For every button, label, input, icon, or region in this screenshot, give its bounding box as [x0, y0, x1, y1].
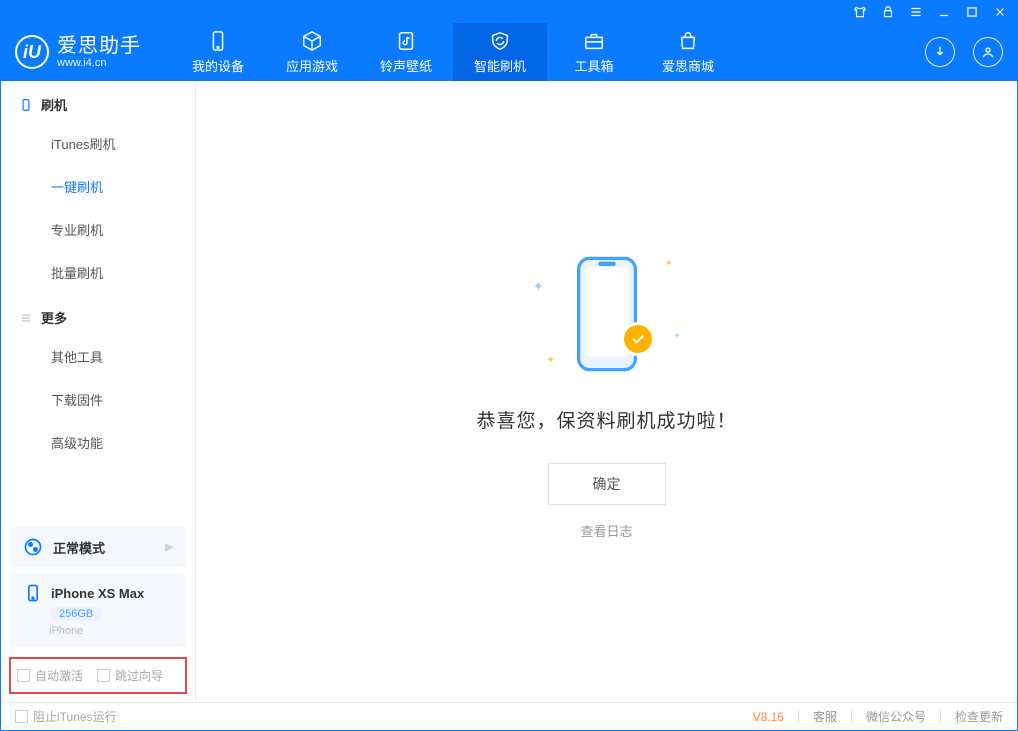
divider — [940, 711, 941, 723]
link-check-update[interactable]: 检查更新 — [955, 708, 1003, 725]
tab-label: 应用游戏 — [286, 56, 338, 75]
device-name: iPhone XS Max — [51, 586, 144, 601]
tshirt-icon[interactable] — [853, 5, 867, 19]
logo-badge: iU — [15, 35, 49, 69]
cube-icon — [301, 30, 323, 52]
sidebar: 刷机 iTunes刷机 一键刷机 专业刷机 批量刷机 更多 其他工具 下载固件 … — [1, 81, 196, 702]
checkbox-label: 自动激活 — [35, 667, 83, 684]
sidebar-section-flash: 刷机 — [1, 81, 195, 122]
tab-my-device[interactable]: 我的设备 — [171, 23, 265, 81]
checkbox-icon — [97, 669, 110, 682]
sidebar-item-pro-flash[interactable]: 专业刷机 — [1, 208, 195, 251]
tab-label: 智能刷机 — [474, 56, 526, 75]
music-file-icon — [395, 30, 417, 52]
checkbox-label: 跳过向导 — [115, 667, 163, 684]
sidebar-section-title: 更多 — [41, 308, 67, 327]
navbar: iU 爱思助手 www.i4.cn 我的设备 应用游戏 铃声壁纸 智能刷机 工具… — [1, 23, 1017, 81]
lock-icon[interactable] — [881, 5, 895, 19]
nav-tabs: 我的设备 应用游戏 铃声壁纸 智能刷机 工具箱 爱思商城 — [171, 23, 735, 81]
tab-smart-flash[interactable]: 智能刷机 — [453, 23, 547, 81]
checkbox-icon — [15, 710, 28, 723]
checkbox-block-itunes[interactable]: 阻止iTunes运行 — [15, 708, 117, 725]
sidebar-item-download-firmware[interactable]: 下载固件 — [1, 378, 195, 421]
shopping-bag-icon — [677, 30, 699, 52]
sidebar-item-other-tools[interactable]: 其他工具 — [1, 335, 195, 378]
statusbar: 阻止iTunes运行 V8.16 客服 微信公众号 检查更新 — [1, 702, 1017, 730]
tab-label: 我的设备 — [192, 56, 244, 75]
mode-card[interactable]: 正常模式 ▶ — [11, 527, 185, 567]
tab-label: 爱思商城 — [662, 56, 714, 75]
sidebar-item-advanced[interactable]: 高级功能 — [1, 421, 195, 464]
checkbox-skip-guide[interactable]: 跳过向导 — [97, 667, 163, 684]
tab-store[interactable]: 爱思商城 — [641, 23, 735, 81]
chevron-right-icon: ▶ — [165, 542, 173, 553]
sidebar-section-title: 刷机 — [41, 95, 67, 114]
refresh-shield-icon — [489, 30, 511, 52]
minimize-icon[interactable] — [937, 5, 951, 19]
download-button[interactable] — [925, 37, 955, 67]
tab-toolbox[interactable]: 工具箱 — [547, 23, 641, 81]
close-icon[interactable] — [993, 5, 1007, 19]
maximize-icon[interactable] — [965, 5, 979, 19]
sidebar-item-itunes-flash[interactable]: iTunes刷机 — [1, 122, 195, 165]
main-content: ✦ ✦ ✦ ✦ 恭喜您，保资料刷机成功啦！ 确定 查看日志 — [196, 81, 1017, 702]
mode-label: 正常模式 — [53, 538, 105, 557]
tab-apps-games[interactable]: 应用游戏 — [265, 23, 359, 81]
sidebar-item-onekey-flash[interactable]: 一键刷机 — [1, 165, 195, 208]
tab-ringtone-wallpaper[interactable]: 铃声壁纸 — [359, 23, 453, 81]
checkbox-label: 阻止iTunes运行 — [33, 708, 117, 725]
device-icon — [207, 30, 229, 52]
version-label: V8.16 — [753, 710, 784, 724]
divider — [798, 711, 799, 723]
checkbox-auto-activate[interactable]: 自动激活 — [17, 667, 83, 684]
sparkle-icon: ✦ — [533, 278, 545, 295]
tab-label: 铃声壁纸 — [380, 56, 432, 75]
divider — [851, 711, 852, 723]
ok-button[interactable]: 确定 — [548, 463, 666, 505]
link-wechat[interactable]: 微信公众号 — [866, 708, 926, 725]
tab-label: 工具箱 — [574, 56, 613, 75]
logo[interactable]: iU 爱思助手 www.i4.cn — [15, 35, 141, 69]
phone-small-icon — [23, 583, 43, 603]
view-log-link[interactable]: 查看日志 — [580, 521, 632, 540]
user-button[interactable] — [973, 37, 1003, 67]
bottom-options-highlight: 自动激活 跳过向导 — [9, 657, 187, 694]
list-icon — [19, 311, 33, 325]
sparkle-icon: ✦ — [665, 258, 673, 269]
toolbox-icon — [583, 30, 605, 52]
device-storage: 256GB — [49, 607, 103, 621]
phone-icon — [19, 98, 33, 112]
device-type: iPhone — [49, 625, 83, 637]
checkbox-icon — [17, 669, 30, 682]
link-support[interactable]: 客服 — [813, 708, 837, 725]
sparkle-icon: ✦ — [547, 355, 555, 366]
sidebar-item-batch-flash[interactable]: 批量刷机 — [1, 251, 195, 294]
brand-url: www.i4.cn — [57, 58, 141, 69]
sidebar-section-more: 更多 — [1, 294, 195, 335]
menu-icon[interactable] — [909, 5, 923, 19]
success-check-icon — [621, 322, 655, 356]
success-title: 恭喜您，保资料刷机成功啦！ — [476, 406, 736, 433]
mode-icon — [23, 537, 43, 557]
device-card: iPhone XS Max 256GB iPhone — [11, 573, 185, 647]
brand-name: 爱思助手 — [57, 36, 141, 56]
titlebar — [1, 1, 1017, 23]
sparkle-icon: ✦ — [674, 331, 681, 340]
success-illustration: ✦ ✦ ✦ ✦ — [507, 244, 707, 384]
phone-illustration-icon — [572, 254, 642, 374]
